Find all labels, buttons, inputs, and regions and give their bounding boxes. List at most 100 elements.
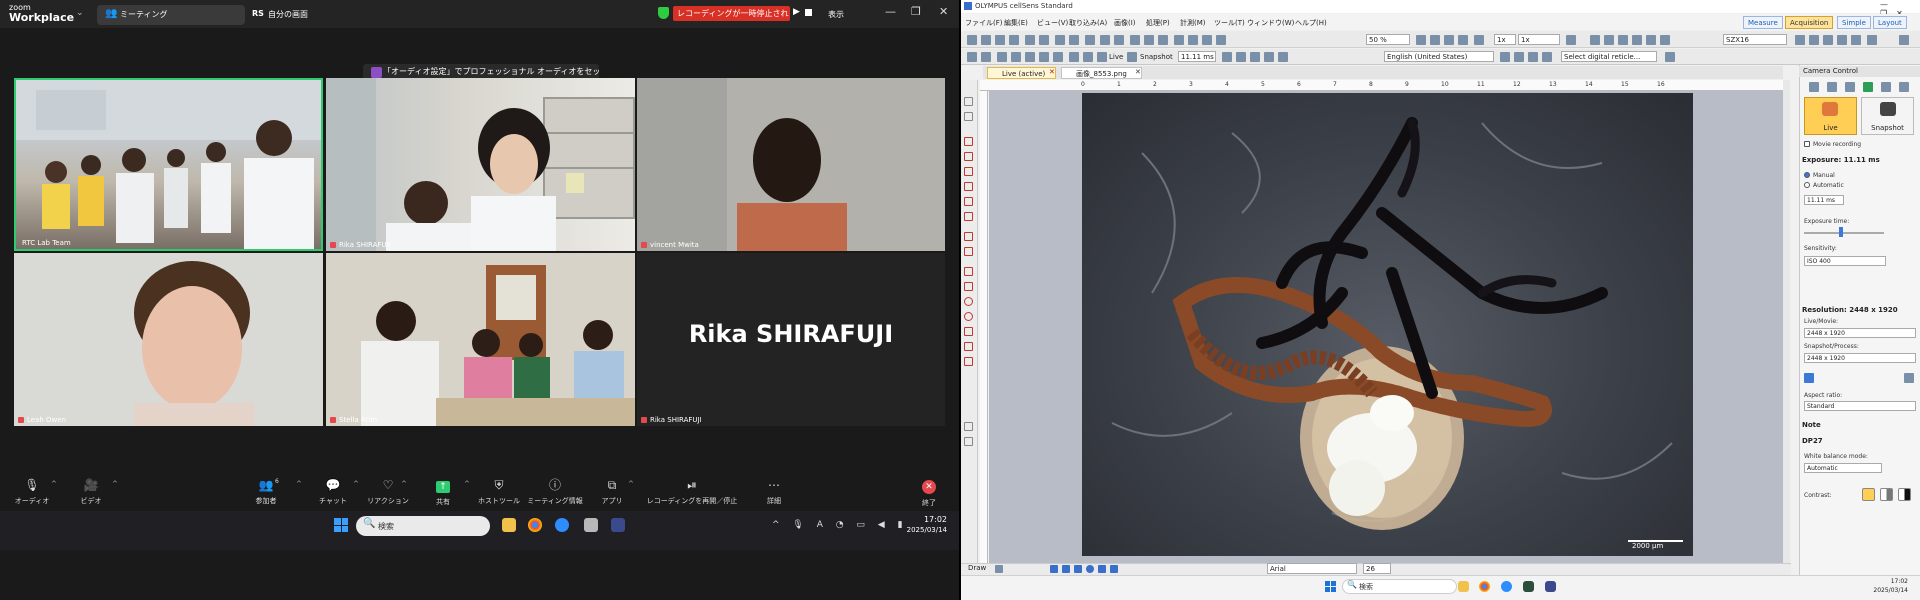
exposure-value-input[interactable]: 11.11 ms [1804,195,1844,205]
exposure-slider-thumb[interactable] [1839,227,1843,237]
share-button[interactable]: ↑ 共有 [415,478,471,507]
play-icon[interactable]: ▶ [793,7,800,17]
doc-tab-live[interactable]: Live (active) [987,67,1056,79]
video-tile-rika-shirafuji[interactable]: Rika SHIRAFUJI [326,78,635,251]
exposure-section-header[interactable]: Exposure: 11.11 ms [1802,156,1918,164]
objective-select[interactable]: SZX16 [1723,34,1787,45]
panel-tool-icon[interactable] [1881,82,1891,92]
video-tile-leah-owen[interactable]: Leah Owen [14,253,323,426]
zoom-out-icon[interactable] [1202,35,1212,45]
zoom-in-icon[interactable] [1188,35,1198,45]
live-microscope-image[interactable] [1082,93,1693,556]
chevron-down-icon[interactable]: ⌄ [76,8,84,18]
toolbar-icon[interactable] [1025,52,1035,62]
arrow-draw-icon[interactable] [1062,565,1070,573]
toolbar-icon[interactable] [1011,52,1021,62]
chevron-up-icon[interactable]: ^ [401,480,407,488]
rectangle-draw-icon[interactable] [1074,565,1082,573]
focus-icon[interactable] [1851,35,1861,45]
close-tab-icon[interactable]: ✕ [1049,68,1055,76]
zoom-level-select[interactable]: 50 % [1366,34,1410,45]
resolution-section-header[interactable]: Resolution: 2448 x 1920 [1802,306,1918,314]
redo-icon[interactable] [1039,35,1049,45]
minimize-icon[interactable]: — [885,5,896,18]
zoom-logo-workplace[interactable]: Workplace [9,12,74,24]
color-icon[interactable] [1250,52,1260,62]
pan-tool-icon[interactable] [964,112,973,121]
menu-process[interactable]: 処理(P) [1146,18,1170,28]
window-icon[interactable] [1632,35,1642,45]
font-size-select[interactable]: 26 [1363,563,1391,574]
toolbar-icon[interactable] [1083,52,1093,62]
toolbar-icon[interactable] [1039,52,1049,62]
filter-icon[interactable] [1823,35,1833,45]
snapshot-resolution-select[interactable]: 2448 x 1920 [1804,353,1916,363]
zoom-width-icon[interactable] [1444,35,1454,45]
panel-tool-icon[interactable] [1899,82,1909,92]
file-explorer-icon[interactable] [502,518,516,532]
save-icon[interactable] [995,35,1005,45]
text-tool-icon[interactable] [964,437,973,446]
freehand-tool-icon[interactable] [964,247,973,256]
polyline-tool-icon[interactable] [964,152,973,161]
layout-tab-acquisition[interactable]: Acquisition [1785,16,1834,29]
chevron-up-icon[interactable]: ^ [51,480,57,488]
reticle-settings-icon[interactable] [1665,52,1675,62]
manual-radio[interactable] [1804,172,1810,178]
menu-tools[interactable]: ツール(T) [1214,18,1245,28]
taskbar-clock-time[interactable]: 17:02 [1870,578,1908,585]
white-balance-select[interactable]: Automatic [1804,463,1882,473]
my-screen-tab[interactable]: 自分の画面 [268,9,308,20]
pen-icon[interactable] [1236,52,1246,62]
menu-edit[interactable]: 編集(E) [1004,18,1028,28]
line-draw-icon[interactable] [1050,565,1058,573]
toolbar-icon[interactable] [1053,52,1063,62]
doc-tab-image[interactable]: 画像_8553.png [1061,67,1142,79]
taskbar-clock-date[interactable]: 2025/03/14 [905,526,947,534]
live-camera-icon[interactable] [1097,52,1107,62]
aspect-ratio-select[interactable]: Standard [1804,401,1916,411]
stage-icon[interactable] [1837,35,1847,45]
automatic-radio[interactable] [1804,182,1810,188]
folder-icon[interactable] [1264,52,1274,62]
toolbar-icon[interactable] [967,52,977,62]
magnification-select[interactable]: 1x [1518,34,1560,45]
zoom-fit-icon[interactable] [1416,35,1426,45]
chevron-up-icon[interactable]: ^ [353,480,359,488]
panel-tool-icon[interactable] [1863,82,1873,92]
reticle-icon[interactable] [1514,52,1524,62]
cellsens-app-icon[interactable] [611,518,625,532]
taskbar-clock-time[interactable]: 17:02 [905,515,947,524]
video-tile-stella-atim[interactable]: Stella Atim [326,253,635,426]
properties-icon[interactable] [1660,35,1670,45]
magic-wand-tool-icon[interactable] [964,342,973,351]
close-tab-icon[interactable]: ✕ [1135,68,1141,76]
reticle-icon[interactable] [1528,52,1538,62]
reticle-icon[interactable] [1542,52,1552,62]
calibration-icon[interactable] [1566,35,1576,45]
menu-file[interactable]: ファイル(F) [965,18,1003,28]
font-family-select[interactable]: Arial [1267,563,1357,574]
ellipse-draw-icon[interactable] [1086,565,1094,573]
contrast-low-icon[interactable] [1862,488,1875,501]
stop-icon[interactable] [805,9,812,16]
image-icon[interactable] [1100,35,1110,45]
digital-reticle-select[interactable]: Select digital reticle... [1561,51,1657,62]
menu-measure[interactable]: 計測(M) [1180,18,1206,28]
participants-button[interactable]: 👥 参加者 [238,478,294,506]
camera-model-section-header[interactable]: DP27 [1802,437,1918,445]
perpendicular-tool-icon[interactable] [964,212,973,221]
panel-icon[interactable] [1646,35,1656,45]
contrast-high-icon[interactable] [1898,488,1911,501]
menu-view[interactable]: ビュー(V) [1037,18,1068,28]
polygon-tool-icon[interactable] [964,282,973,291]
zoom-app-icon[interactable] [1501,581,1512,592]
angle-tool-icon[interactable] [964,182,973,191]
print-icon[interactable] [1009,35,1019,45]
arrow-tool-icon[interactable] [964,167,973,176]
cellsens-app-icon[interactable] [1545,581,1556,592]
app-icon[interactable] [584,518,598,532]
panel-tool-icon[interactable] [1845,82,1855,92]
exposure-field[interactable]: 11.11 ms [1178,51,1216,62]
open-icon[interactable] [981,35,991,45]
